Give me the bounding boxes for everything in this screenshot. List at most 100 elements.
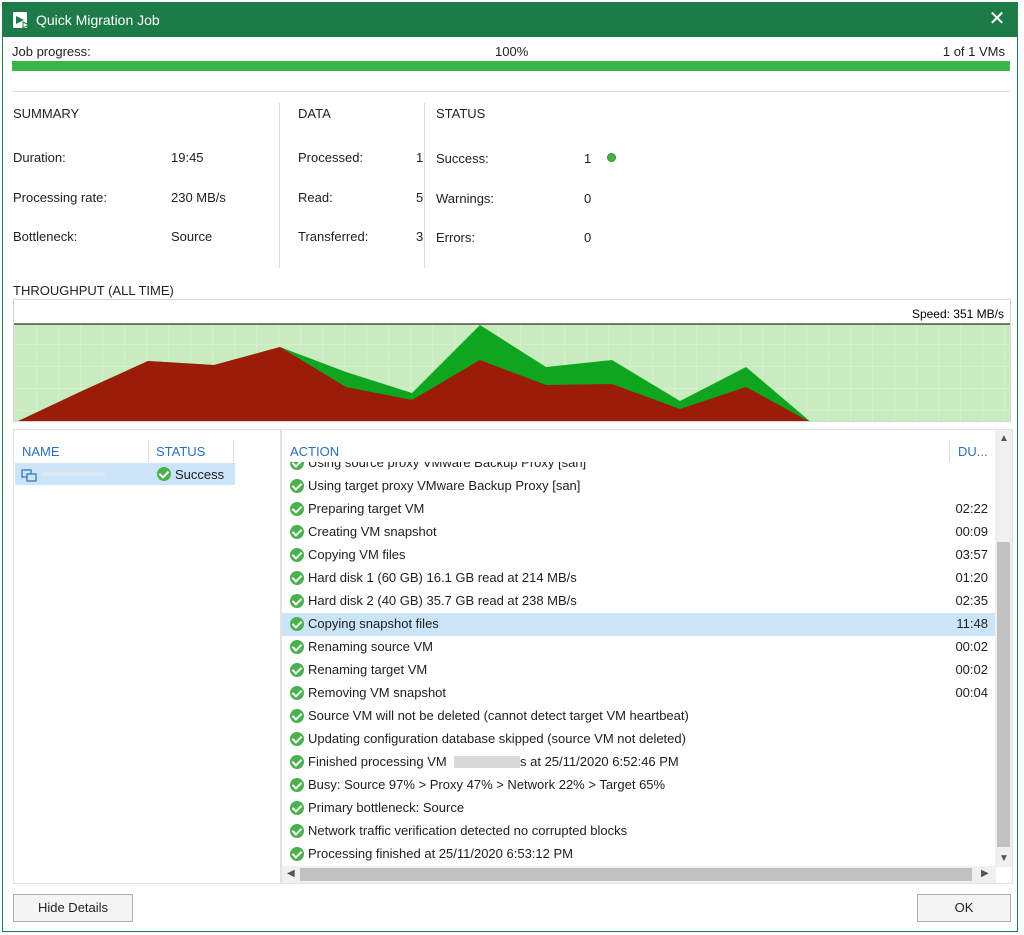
transferred-value: 3 [416, 229, 424, 244]
job-progress-vm-count: 1 of 1 VMs [942, 44, 1005, 59]
action-text: Source VM will not be deleted (cannot de… [308, 708, 689, 723]
action-text: Finished processing VM [308, 754, 447, 769]
action-log-row[interactable]: Source VM will not be deleted (cannot de… [282, 705, 996, 728]
success-label: Success: [436, 151, 489, 166]
success-check-icon [290, 778, 304, 792]
vertical-scrollbar[interactable]: ▲ ▼ [995, 430, 1012, 867]
success-check-icon [290, 617, 304, 631]
job-progress-bar [12, 61, 1010, 71]
action-text: Renaming target VM [308, 662, 428, 677]
job-progress-label: Job progress: [12, 44, 91, 59]
action-log-viewport: Using source proxy VMware Backup Proxy [… [282, 462, 996, 867]
processed-label: Processed: [298, 150, 364, 165]
action-log-row[interactable]: Preparing target VM 02:22 [282, 498, 996, 521]
action-log-row[interactable]: Processing finished at 25/11/2020 6:53:1… [282, 843, 996, 866]
action-text: Hard disk 1 (60 GB) 16.1 GB read at 214 … [308, 570, 577, 585]
name-column-header[interactable]: NAME [22, 444, 60, 459]
success-check-icon [290, 640, 304, 654]
action-log-row[interactable]: Copying VM files 03:57 [282, 544, 996, 567]
action-duration: 00:02 [955, 662, 988, 677]
action-text: Network traffic verification detected no… [308, 823, 628, 838]
duration-value: 19:45 [171, 150, 204, 165]
warnings-value: 0 [584, 191, 592, 206]
action-text: Using target proxy VMware Backup Proxy [… [308, 478, 581, 493]
vertical-scrollbar-thumb[interactable] [997, 542, 1010, 847]
vm-icon [21, 469, 37, 482]
scroll-up-icon[interactable]: ▲ [999, 433, 1009, 444]
action-log-row[interactable]: Using source proxy VMware Backup Proxy [… [282, 462, 996, 475]
action-log-row[interactable]: Removing VM snapshot 00:04 [282, 682, 996, 705]
window-title: Quick Migration Job [36, 12, 160, 28]
read-value: 5 [416, 190, 424, 205]
success-status-icon [607, 153, 616, 162]
column-separator [148, 440, 149, 462]
action-text: Primary bottleneck: Source [308, 800, 465, 815]
errors-label: Errors: [436, 230, 475, 245]
scroll-down-icon[interactable]: ▼ [999, 853, 1009, 864]
action-duration: 00:09 [955, 524, 988, 539]
warnings-label: Warnings: [436, 191, 495, 206]
throughput-title: THROUGHPUT (ALL TIME) [13, 283, 174, 298]
success-check-icon [290, 479, 304, 493]
action-log-row[interactable]: Hard disk 1 (60 GB) 16.1 GB read at 214 … [282, 567, 996, 590]
action-log-row[interactable]: Updating configuration database skipped … [282, 728, 996, 751]
action-log-row[interactable]: Network traffic verification detected no… [282, 820, 996, 843]
column-separator [233, 440, 234, 462]
horizontal-scrollbar[interactable]: ◀ ▶ [282, 866, 996, 883]
success-check-icon [290, 709, 304, 723]
success-check-icon [290, 502, 304, 516]
vm-name-redacted [43, 472, 105, 476]
action-log-row[interactable]: Primary bottleneck: Source [282, 797, 996, 820]
scroll-right-icon[interactable]: ▶ [981, 868, 989, 879]
action-column-header[interactable]: ACTION [290, 444, 339, 459]
status-title: STATUS [436, 106, 486, 121]
duration-label: Duration: [13, 150, 66, 165]
success-check-icon [290, 525, 304, 539]
speed-value: Speed: 351 MB/s [911, 307, 1004, 321]
success-check-icon [290, 824, 304, 838]
action-text: Using source proxy VMware Backup Proxy [… [308, 462, 587, 470]
action-log-row[interactable]: Finished processing VM s at 25/11/2020 6:… [282, 751, 996, 774]
action-text: Preparing target VM [308, 501, 425, 516]
ok-button[interactable]: OK [917, 894, 1011, 922]
action-duration: 00:04 [955, 685, 988, 700]
divider [12, 91, 1010, 92]
close-icon[interactable]: ✕ [985, 7, 1009, 31]
action-text: Updating configuration database skipped … [308, 731, 686, 746]
success-check-icon [157, 467, 171, 481]
action-log-row[interactable]: Hard disk 2 (40 GB) 35.7 GB read at 238 … [282, 590, 996, 613]
vm-status-text: Success [175, 467, 225, 482]
vm-list-row[interactable]: Success [15, 463, 235, 485]
summary-title: SUMMARY [13, 106, 80, 121]
vm-name-redacted [454, 756, 520, 768]
scroll-left-icon[interactable]: ◀ [287, 868, 295, 879]
action-text: Busy: Source 97% > Proxy 47% > Network 2… [308, 777, 666, 792]
action-text-suffix: s at 25/11/2020 6:52:46 PM [520, 754, 679, 769]
divider [424, 103, 425, 268]
action-log-row[interactable]: Using target proxy VMware Backup Proxy [… [282, 475, 996, 498]
success-check-icon [290, 732, 304, 746]
processing-rate-label: Processing rate: [13, 190, 107, 205]
success-check-icon [290, 801, 304, 815]
processing-rate-value: 230 MB/s [171, 190, 226, 205]
action-duration: 01:20 [955, 570, 988, 585]
throughput-chart: Speed: 351 MB/s [13, 299, 1011, 422]
action-text: Copying snapshot files [308, 616, 439, 631]
success-check-icon [290, 462, 304, 470]
processed-value: 1 [416, 150, 424, 165]
hide-details-button[interactable]: Hide Details [13, 894, 133, 922]
duration-column-header[interactable]: DU... [958, 444, 988, 459]
action-duration: 03:57 [955, 547, 988, 562]
action-log-row[interactable]: Busy: Source 97% > Proxy 47% > Network 2… [282, 774, 996, 797]
horizontal-scrollbar-thumb[interactable] [300, 868, 972, 881]
action-log-row[interactable]: Copying snapshot files 11:48 [282, 613, 996, 636]
transferred-label: Transferred: [298, 229, 369, 244]
action-log-row[interactable]: Creating VM snapshot 00:09 [282, 521, 996, 544]
action-text: Copying VM files [308, 547, 406, 562]
title-bar: Quick Migration Job ✕ [3, 3, 1017, 37]
status-column-header[interactable]: STATUS [156, 444, 205, 459]
action-log-row[interactable]: Renaming source VM 00:02 [282, 636, 996, 659]
errors-value: 0 [584, 230, 592, 245]
action-duration: 11:48 [956, 616, 988, 631]
action-log-row[interactable]: Renaming target VM 00:02 [282, 659, 996, 682]
